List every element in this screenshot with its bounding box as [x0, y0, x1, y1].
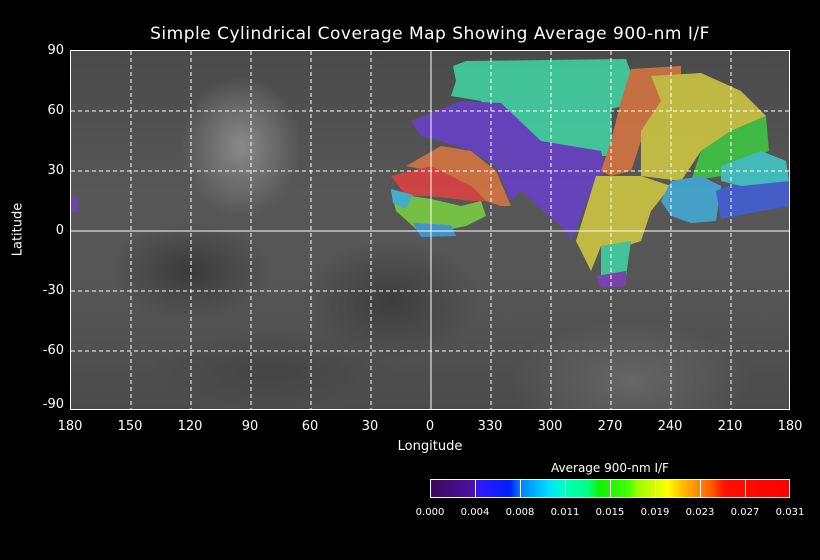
x-tick-label: 30 [361, 419, 379, 434]
x-axis-label: Longitude [397, 439, 463, 454]
colorbar [430, 479, 790, 498]
coverage-patch-purple-edge [71, 196, 79, 213]
colorbar-divider [700, 480, 701, 497]
colorbar-tick: 0.023 [685, 507, 715, 518]
y-axis-label: Latitude [10, 202, 26, 257]
y-tick-label: 90 [47, 43, 64, 58]
x-tick-label: 180 [777, 419, 803, 434]
x-tick-label: 0 [425, 419, 435, 434]
colorbar-tick: 0.004 [460, 507, 490, 518]
x-tick-label: 210 [717, 419, 743, 434]
x-tick-label: 270 [597, 419, 623, 434]
y-tick-label: 0 [55, 223, 64, 238]
colorbar-divider [745, 480, 746, 497]
colorbar-tick: 0.019 [640, 507, 670, 518]
coverage-overlay [71, 51, 789, 409]
x-tick-label: 60 [301, 419, 319, 434]
colorbar-tick: 0.008 [505, 507, 535, 518]
colorbar-tick: 0.031 [775, 507, 805, 518]
x-tick-label: 300 [537, 419, 563, 434]
map-title: Simple Cylindrical Coverage Map Showing … [150, 24, 710, 44]
colorbar-divider [565, 480, 566, 497]
colorbar-divider [655, 480, 656, 497]
colorbar-tick: 0.027 [730, 507, 760, 518]
map-plot-area [70, 50, 790, 410]
x-tick-label: 90 [241, 419, 259, 434]
x-tick-label: 330 [477, 419, 503, 434]
x-tick-label: 120 [177, 419, 203, 434]
y-tick-label: 30 [47, 163, 64, 178]
x-tick-label: 180 [57, 419, 83, 434]
colorbar-tick: 0.015 [595, 507, 625, 518]
x-tick-label: 150 [117, 419, 143, 434]
colorbar-divider [475, 480, 476, 497]
y-tick-label: -90 [42, 397, 64, 412]
coverage-patch-cyan-east [661, 176, 721, 223]
coverage-patch-blue-west [413, 223, 456, 237]
y-tick-label: 60 [47, 103, 64, 118]
colorbar-tick: 0.011 [550, 507, 580, 518]
colorbar-divider [610, 480, 611, 497]
colorbar-tick: 0.000 [415, 507, 445, 518]
colorbar-divider [520, 480, 521, 497]
coverage-patch-blue-east [716, 181, 789, 219]
x-tick-label: 240 [657, 419, 683, 434]
colorbar-title: Average 900-nm I/F [551, 461, 669, 475]
y-tick-label: -60 [42, 343, 64, 358]
y-tick-label: -30 [42, 283, 64, 298]
